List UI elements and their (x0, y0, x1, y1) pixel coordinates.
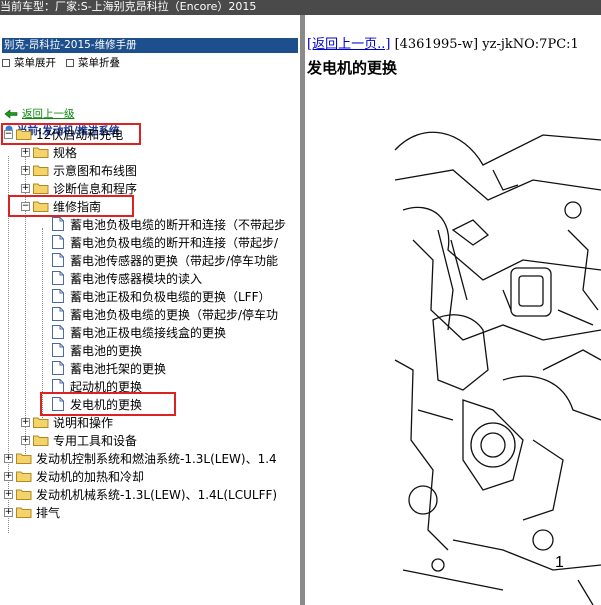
doc-meta: yz-jkNO:7PC:1 (482, 37, 579, 52)
folder-icon (16, 453, 32, 464)
tree-label: 蓄电池负极电缆的断开和连接（带起步/ (70, 235, 279, 250)
page-title: 发电机的更换 (307, 59, 398, 77)
tree-doc[interactable]: 蓄电池负极电缆的断开和连接（不带起步 (52, 215, 286, 233)
expand-icon (2, 59, 10, 67)
folder-icon (33, 165, 49, 176)
document-icon (52, 343, 64, 357)
back-arrow-icon (4, 109, 18, 119)
tree-label: 发动机的加热和冷却 (36, 469, 145, 484)
content-header: [返回上一页..] [4361995-w] yz-jkNO:7PC:1 (307, 37, 579, 53)
content-pane: [返回上一页..] [4361995-w] yz-jkNO:7PC:1 发电机的… (305, 15, 601, 605)
tree-doc[interactable]: 蓄电池的更换 (52, 341, 142, 359)
collapse-menu-label: 菜单折叠 (78, 57, 120, 69)
highlight-box (1, 123, 141, 145)
back-up-level-link[interactable]: 返回上一级 (22, 107, 75, 121)
doc-id: [4361995-w] (394, 37, 479, 52)
vehicle-info-text: 当前车型：厂家:S-上海别克昂科拉（Encore）2015 (0, 0, 257, 13)
collapse-icon (66, 59, 74, 67)
expand-toggle-icon[interactable]: + (4, 471, 13, 481)
tree-folder-exhaust[interactable]: + 排气 (4, 503, 60, 521)
folder-icon (16, 471, 32, 482)
expand-toggle-icon[interactable]: + (21, 147, 30, 157)
expand-toggle-icon[interactable]: + (21, 165, 30, 175)
manual-sidebar: 别克-昂科拉-2015-维修手册 菜单展开 菜单折叠 返回上一级 当前:发动机/… (0, 15, 300, 605)
folder-icon (33, 183, 49, 194)
tree-doc[interactable]: 蓄电池负极电缆的更换（带起步/停车功 (52, 305, 278, 323)
tree-label: 蓄电池负极电缆的更换（带起步/停车功 (70, 307, 279, 322)
expand-toggle-icon[interactable]: + (4, 507, 13, 517)
tree-folder-engine-cooling[interactable]: + 发动机的加热和冷却 (4, 467, 144, 485)
tree-folder-special-tools[interactable]: + 专用工具和设备 (21, 431, 137, 449)
highlight-box (40, 392, 176, 416)
tree-label: 说明和操作 (53, 415, 114, 430)
document-icon (52, 361, 64, 375)
tree-label: 蓄电池正极电缆接线盒的更换 (70, 325, 227, 340)
tree-label: 蓄电池传感器模块的读入 (70, 271, 203, 286)
tree-doc[interactable]: 蓄电池传感器模块的读入 (52, 269, 202, 287)
document-icon (52, 325, 64, 339)
tree-label: 蓄电池托架的更换 (70, 361, 167, 376)
expand-toggle-icon[interactable]: + (21, 417, 30, 427)
tree-label: 诊断信息和程序 (53, 181, 138, 196)
folder-icon (16, 507, 32, 518)
tree-doc[interactable]: 蓄电池负极电缆的断开和连接（带起步/ (52, 233, 278, 251)
tree-folder-engine-control[interactable]: + 发动机控制系统和燃油系统-1.3L(LEW)、1.4 (4, 449, 277, 467)
expand-toggle-icon[interactable]: + (21, 435, 30, 445)
tree-label: 蓄电池负极电缆的断开和连接（不带起步 (70, 217, 287, 232)
tree-doc[interactable]: 蓄电池托架的更换 (52, 359, 166, 377)
tree-label: 发动机控制系统和燃油系统-1.3L(LEW)、1.4 (36, 451, 277, 466)
menu-toolbar: 菜单展开 菜单折叠 (2, 55, 120, 71)
tree-label: 蓄电池传感器的更换（带起步/停车功能 (70, 253, 279, 268)
callout-number: 1 (555, 554, 564, 571)
manual-title: 别克-昂科拉-2015-维修手册 (2, 38, 298, 53)
expand-menu-button[interactable]: 菜单展开 (2, 55, 56, 71)
folder-icon (33, 435, 49, 446)
document-icon (52, 235, 64, 249)
vehicle-info-bar: 当前车型：厂家:S-上海别克昂科拉（Encore）2015 (0, 0, 601, 15)
tree-folder-specs[interactable]: + 规格 (21, 143, 77, 161)
expand-toggle-icon[interactable]: + (4, 453, 13, 463)
highlight-box (8, 195, 134, 217)
expand-toggle-icon[interactable]: + (21, 183, 30, 193)
tree-label: 示意图和布线图 (53, 163, 138, 178)
tree-label: 发动机机械系统-1.3L(LEW)、1.4L(LCULFF) (36, 487, 278, 502)
tree-label: 蓄电池正极和负极电缆的更换（LFF） (70, 289, 271, 304)
collapse-menu-button[interactable]: 菜单折叠 (66, 55, 120, 71)
tree-label: 规格 (53, 145, 78, 160)
tree-label: 排气 (36, 505, 61, 520)
document-icon (52, 289, 64, 303)
tree-label: 专用工具和设备 (53, 433, 138, 448)
tree-folder-diagrams[interactable]: + 示意图和布线图 (21, 161, 137, 179)
folder-icon (33, 417, 49, 428)
back-up-level[interactable]: 返回上一级 (4, 107, 75, 121)
document-icon (52, 253, 64, 267)
document-icon (52, 379, 64, 393)
tree-label: 蓄电池的更换 (70, 343, 143, 358)
folder-icon (33, 147, 49, 158)
expand-toggle-icon[interactable]: + (4, 489, 13, 499)
folder-icon (16, 489, 32, 500)
tree-doc[interactable]: 蓄电池正极电缆接线盒的更换 (52, 323, 226, 341)
tree-folder-engine-mechanical[interactable]: + 发动机机械系统-1.3L(LEW)、1.4L(LCULFF) (4, 485, 277, 503)
document-icon (52, 271, 64, 285)
expand-menu-label: 菜单展开 (14, 57, 56, 69)
tree-doc[interactable]: 蓄电池正极和负极电缆的更换（LFF） (52, 287, 271, 305)
back-page-link[interactable]: [返回上一页..] (307, 37, 390, 52)
document-icon (52, 307, 64, 321)
document-icon (52, 217, 64, 231)
tree-doc[interactable]: 蓄电池传感器的更换（带起步/停车功能 (52, 251, 278, 269)
generator-illustration: 1 (394, 131, 601, 605)
